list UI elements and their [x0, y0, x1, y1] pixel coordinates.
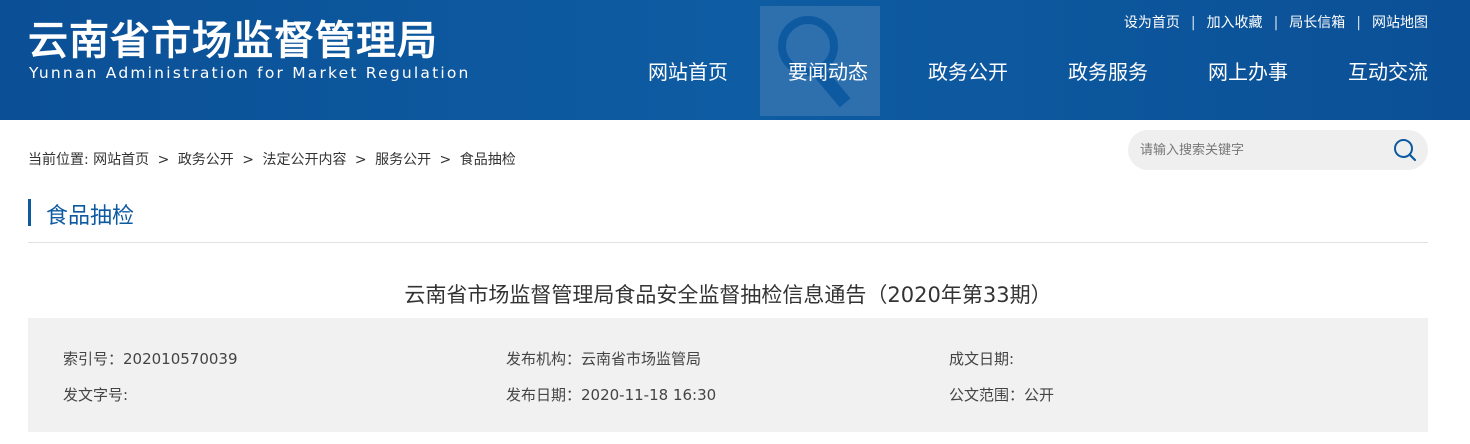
main-nav: 网站首页 要闻动态 政务公开 政务服务 网上办事 互动交流	[648, 56, 1428, 85]
meta-scope: 公文范围：公开	[949, 386, 1055, 404]
search-icon[interactable]	[1392, 137, 1418, 163]
breadcrumb-separator: >	[439, 152, 452, 168]
site-logo-title[interactable]: 云南省市场监督管理局	[28, 8, 438, 66]
meta-document-number: 发文字号:	[63, 386, 129, 404]
separator: |	[1356, 15, 1361, 31]
search-box	[1128, 130, 1428, 170]
nav-news[interactable]: 要闻动态	[788, 56, 868, 85]
add-favorite-link[interactable]: 加入收藏	[1207, 15, 1263, 31]
meta-publish-date: 发布日期：2020-11-18 16:30	[506, 386, 717, 404]
site-header: 云南省市场监督管理局 Yunnan Administration for Mar…	[0, 0, 1470, 120]
nav-government-affairs[interactable]: 政务公开	[928, 56, 1008, 85]
divider	[28, 242, 1428, 243]
section-title: 食品抽检	[46, 204, 135, 229]
meta-publisher: 发布机构：云南省市场监管局	[506, 350, 702, 368]
breadcrumb-service-disclosure[interactable]: 服务公开	[375, 152, 431, 168]
breadcrumb-government-affairs[interactable]: 政务公开	[178, 152, 234, 168]
search-input[interactable]	[1140, 140, 1380, 160]
breadcrumb-separator: >	[354, 152, 367, 168]
breadcrumb-food-inspection[interactable]: 食品抽检	[460, 152, 516, 168]
top-links: 设为首页 | 加入收藏 | 局长信箱 | 网站地图	[1124, 12, 1428, 32]
breadcrumb-statutory-content[interactable]: 法定公开内容	[262, 152, 346, 168]
breadcrumb-prefix: 当前位置:	[28, 152, 89, 168]
meta-written-date: 成文日期:	[949, 350, 1015, 368]
nav-online-services[interactable]: 网上办事	[1208, 56, 1288, 85]
breadcrumb-separator: >	[242, 152, 254, 168]
set-homepage-link[interactable]: 设为首页	[1124, 15, 1180, 31]
nav-home[interactable]: 网站首页	[648, 56, 728, 85]
meta-index-number: 索引号：202010570039	[63, 350, 238, 368]
section-title-marker	[28, 199, 31, 226]
nav-interaction[interactable]: 互动交流	[1348, 56, 1428, 85]
breadcrumb-home[interactable]: 网站首页	[93, 152, 149, 168]
article-title: 云南省市场监督管理局食品安全监督抽检信息通告（2020年第33期）	[404, 283, 1052, 307]
article-meta-box: 索引号：202010570039 发布机构：云南省市场监管局 成文日期: 发文字…	[28, 318, 1428, 432]
separator: |	[1273, 15, 1279, 31]
nav-government-services[interactable]: 政务服务	[1068, 56, 1148, 85]
director-mailbox-link[interactable]: 局长信箱	[1289, 15, 1345, 31]
separator: |	[1190, 15, 1196, 31]
site-logo-subtitle: Yunnan Administration for Market Regulat…	[29, 64, 471, 82]
breadcrumb-separator: >	[157, 152, 170, 168]
breadcrumb: 当前位置: 网站首页 > 政务公开 > 法定公开内容 > 服务公开 > 食品抽检	[28, 149, 516, 169]
sitemap-link[interactable]: 网站地图	[1372, 15, 1428, 31]
